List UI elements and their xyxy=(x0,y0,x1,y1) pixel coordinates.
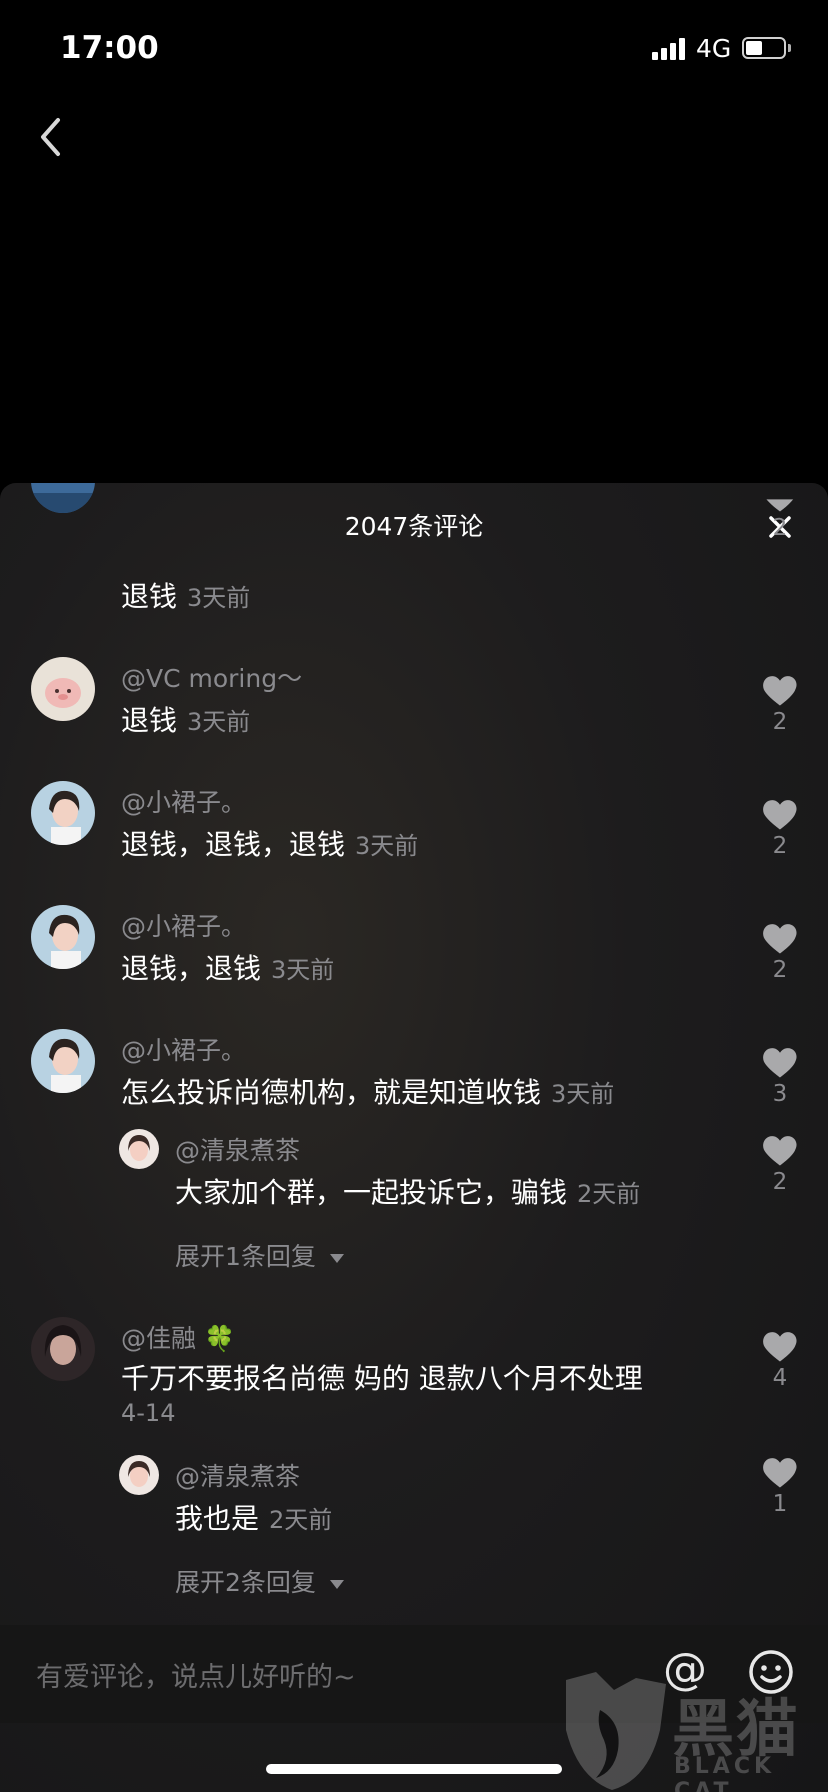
comment-input[interactable]: 有爱评论，说点儿好听的~ xyxy=(36,1655,356,1694)
back-button[interactable] xyxy=(30,110,74,164)
avatar[interactable] xyxy=(31,1317,95,1381)
heart-icon xyxy=(763,1458,797,1488)
cat-logo-icon xyxy=(566,1672,666,1790)
signal-icon xyxy=(652,36,688,60)
comment-username[interactable]: @小裙子。 xyxy=(121,783,246,819)
like-count: 2 xyxy=(772,515,788,541)
caret-down-icon xyxy=(329,1253,344,1263)
battery-icon xyxy=(742,37,786,59)
heart-icon xyxy=(763,676,797,706)
like-button[interactable]: 2 xyxy=(758,797,802,859)
like-button[interactable]: 2 xyxy=(758,1133,802,1195)
like-count: 2 xyxy=(772,957,788,983)
comment-time: 4-14 xyxy=(121,1399,176,1427)
status-time: 17:00 xyxy=(60,30,159,66)
heart-icon xyxy=(763,800,797,830)
heart-icon xyxy=(763,1136,797,1166)
comment-username[interactable]: @佳融 🍀 xyxy=(121,1319,235,1355)
home-indicator[interactable] xyxy=(266,1764,562,1774)
like-button[interactable]: 2 xyxy=(758,483,802,541)
comment-text: 退钱 3天前 xyxy=(121,704,251,737)
like-count: 2 xyxy=(772,709,788,735)
expand-replies-button[interactable]: 展开2条回复 xyxy=(175,1563,344,1599)
heart-icon xyxy=(763,1048,797,1078)
chevron-left-icon xyxy=(41,118,60,156)
comment-username[interactable]: @小裙子。 xyxy=(121,907,246,943)
avatar[interactable] xyxy=(31,657,95,721)
like-button[interactable]: 2 xyxy=(758,673,802,735)
network-type: 4G xyxy=(696,34,732,63)
reply-avatar[interactable] xyxy=(119,1129,159,1169)
heart-icon xyxy=(761,483,799,513)
status-bar: 17:00 4G xyxy=(0,0,828,100)
like-button[interactable]: 1 xyxy=(758,1455,802,1517)
reply-text: 大家加个群，一起投诉它，骗钱 2天前 xyxy=(175,1176,641,1209)
reply-text: 我也是 2天前 xyxy=(175,1502,333,1535)
comment-text: 怎么投诉尚德机构，就是知道收钱 3天前 xyxy=(121,1076,615,1109)
comment-username[interactable]: @VC moring～ xyxy=(121,659,302,695)
like-count: 2 xyxy=(772,833,788,859)
like-button[interactable]: 2 xyxy=(758,921,802,983)
reply-avatar[interactable] xyxy=(119,1455,159,1495)
comment-username[interactable]: @小裙子。 xyxy=(121,1031,246,1067)
like-count: 4 xyxy=(772,1365,788,1391)
battery-cap xyxy=(788,44,791,52)
expand-replies-button[interactable]: 展开1条回复 xyxy=(175,1237,344,1273)
heart-icon xyxy=(763,1332,797,1362)
comment-text: 退钱，退钱，退钱 3天前 xyxy=(121,828,419,861)
like-count: 2 xyxy=(772,1169,788,1195)
avatar[interactable] xyxy=(31,1029,95,1093)
avatar[interactable] xyxy=(31,483,95,513)
reply-username[interactable]: @清泉煮茶 xyxy=(175,1457,300,1493)
watermark-en: BLACK CAT xyxy=(674,1754,776,1792)
avatar[interactable] xyxy=(31,781,95,845)
watermark-logo: 黑猫 BLACK CAT xyxy=(556,1670,828,1792)
clover-icon: 🍀 xyxy=(203,1324,236,1353)
like-count: 1 xyxy=(772,1491,788,1517)
avatar[interactable] xyxy=(31,905,95,969)
comments-panel: 2047条评论 退钱 3天前 2 @VC moring～ 退钱 3天前 2 @小… xyxy=(0,483,828,1792)
comment-text: 千万不要报名尚德 妈的 退款八个月不处理 xyxy=(121,1362,643,1395)
like-button[interactable]: 4 xyxy=(758,1329,802,1391)
heart-icon xyxy=(763,924,797,954)
comment-text: 退钱 3天前 xyxy=(121,580,251,613)
reply-username[interactable]: @清泉煮茶 xyxy=(175,1131,300,1167)
like-count: 3 xyxy=(772,1081,788,1107)
caret-down-icon xyxy=(329,1579,344,1589)
comments-list[interactable]: 退钱 3天前 2 @VC moring～ 退钱 3天前 2 @小裙子。 退钱，退钱，… xyxy=(0,483,828,1623)
like-button[interactable]: 3 xyxy=(758,1045,802,1107)
comment-text: 退钱，退钱 3天前 xyxy=(121,952,335,985)
